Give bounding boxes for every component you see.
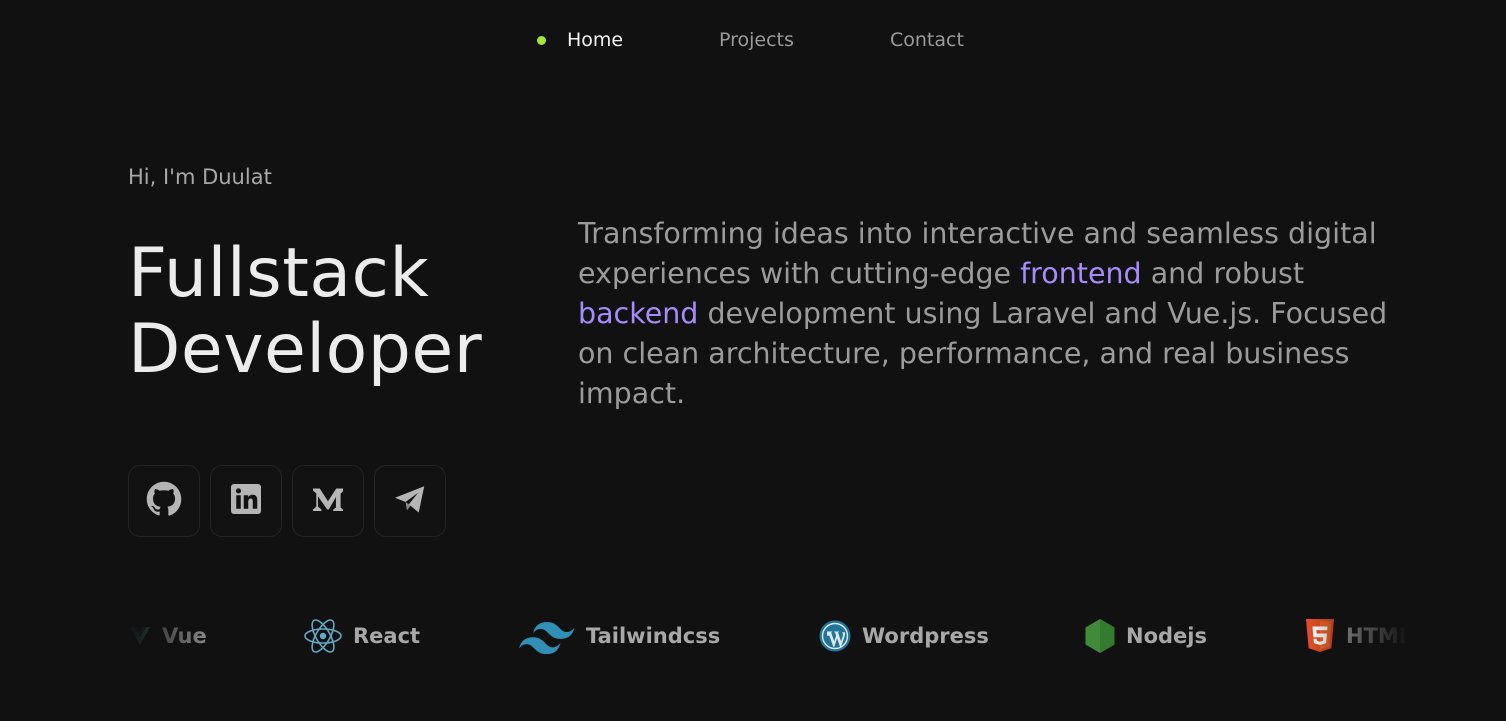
tech-item-wordpress: Wordpress xyxy=(818,605,989,667)
wordpress-icon xyxy=(818,619,852,653)
nav-link-projects[interactable]: Projects xyxy=(719,28,794,52)
tech-item-html: HTML xyxy=(1304,605,1408,667)
react-icon xyxy=(303,618,343,654)
medium-button[interactable] xyxy=(292,465,364,537)
tech-label-nodejs: Nodejs xyxy=(1126,624,1207,648)
nav-link-contact[interactable]: Contact xyxy=(890,28,964,52)
tech-label-tailwindcss: Tailwindcss xyxy=(586,624,721,648)
vue-icon xyxy=(128,624,152,648)
nav-link-home[interactable]: Home xyxy=(567,28,623,52)
tech-label-wordpress: Wordpress xyxy=(862,624,989,648)
tech-item-react: React xyxy=(303,605,420,667)
highlight-frontend: frontend xyxy=(1020,257,1142,290)
hero-description: Transforming ideas into interactive and … xyxy=(578,214,1418,414)
description-text-3: development using Laravel and Vue.js. Fo… xyxy=(578,297,1388,410)
github-button[interactable] xyxy=(128,465,200,537)
linkedin-button[interactable] xyxy=(210,465,282,537)
active-indicator-dot xyxy=(537,36,546,45)
linkedin-icon xyxy=(228,481,264,521)
hero-title-line1: Fullstack xyxy=(128,234,430,313)
medium-icon xyxy=(310,481,346,521)
html5-icon xyxy=(1304,618,1336,654)
tech-item-vue: Vue xyxy=(128,605,207,667)
tech-item-nodejs: Nodejs xyxy=(1084,605,1207,667)
tech-item-tailwindcss: Tailwindcss xyxy=(518,605,720,667)
telegram-button[interactable] xyxy=(374,465,446,537)
highlight-backend: backend xyxy=(578,297,699,330)
tech-label-react: React xyxy=(353,624,421,648)
tailwindcss-icon xyxy=(518,618,576,654)
description-text-2: and robust xyxy=(1141,257,1305,290)
hero-greeting: Hi, I'm Duulat xyxy=(128,165,272,189)
hero-title-line2: Developer xyxy=(128,310,483,389)
nodejs-icon xyxy=(1084,618,1116,654)
github-icon xyxy=(146,481,182,521)
telegram-icon xyxy=(392,481,428,521)
tech-label-html: HTML xyxy=(1346,624,1408,648)
tech-label-vue: Vue xyxy=(162,624,207,648)
tech-stack-marquee: Vue React Tailwindcss Wordpress Nodejs H… xyxy=(128,605,1408,667)
social-links xyxy=(128,465,446,537)
hero-title: Fullstack Developer xyxy=(128,236,482,388)
main-nav: Home Projects Contact xyxy=(0,0,1506,80)
